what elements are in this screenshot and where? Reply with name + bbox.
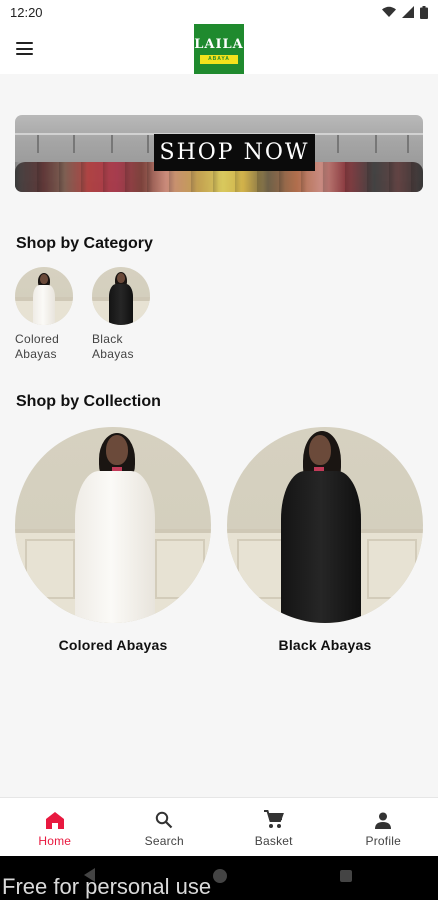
collection-item-colored[interactable]: Colored Abayas xyxy=(15,427,211,653)
bottom-navigation: Home Search Basket Profile xyxy=(0,797,438,856)
nav-search-label: Search xyxy=(144,833,184,848)
menu-icon[interactable] xyxy=(16,42,33,55)
collection-item-black[interactable]: Black Abayas xyxy=(227,427,423,653)
shop-now-button[interactable]: SHOP NOW xyxy=(154,134,315,171)
search-icon xyxy=(155,807,173,829)
nav-home[interactable]: Home xyxy=(0,798,110,856)
nav-profile-label: Profile xyxy=(365,833,401,848)
home-icon xyxy=(45,807,64,829)
nav-basket-label: Basket xyxy=(254,833,293,848)
app-header: LAILA ABAYA xyxy=(0,24,438,74)
category-section-title: Shop by Category xyxy=(16,235,153,252)
wifi-icon xyxy=(382,6,396,17)
nav-search[interactable]: Search xyxy=(110,798,220,856)
category-label: Colored Abayas xyxy=(15,332,60,361)
nav-basket[interactable]: Basket xyxy=(219,798,329,856)
watermark-text: Free for personal use xyxy=(2,874,212,899)
collection-image xyxy=(15,427,211,623)
logo-subtext: ABAYA xyxy=(200,54,238,64)
category-item-black[interactable]: Black Abayas xyxy=(92,267,156,362)
nav-profile[interactable]: Profile xyxy=(329,798,438,856)
category-label: Black Abayas xyxy=(92,332,134,361)
category-thumbnail xyxy=(92,267,150,325)
brand-logo[interactable]: LAILA ABAYA xyxy=(194,24,244,74)
category-item-colored[interactable]: Colored Abayas xyxy=(15,267,79,362)
profile-icon xyxy=(374,807,392,829)
collection-section-title: Shop by Collection xyxy=(16,393,161,410)
collection-label: Black Abayas xyxy=(278,637,372,653)
status-icons xyxy=(382,5,428,19)
shop-now-banner[interactable]: SHOP NOW xyxy=(15,115,423,192)
status-time: 12:20 xyxy=(10,4,43,20)
collection-label: Colored Abayas xyxy=(58,637,168,653)
nav-home-label: Home xyxy=(38,833,72,848)
category-thumbnail xyxy=(15,267,73,325)
collection-image xyxy=(227,427,423,623)
cart-icon xyxy=(263,807,284,829)
signal-icon xyxy=(402,6,414,18)
status-bar: 12:20 xyxy=(0,0,438,24)
battery-icon xyxy=(420,5,428,19)
recents-icon[interactable] xyxy=(340,870,352,882)
logo-text: LAILA xyxy=(194,36,244,52)
home-button-icon[interactable] xyxy=(213,869,227,883)
